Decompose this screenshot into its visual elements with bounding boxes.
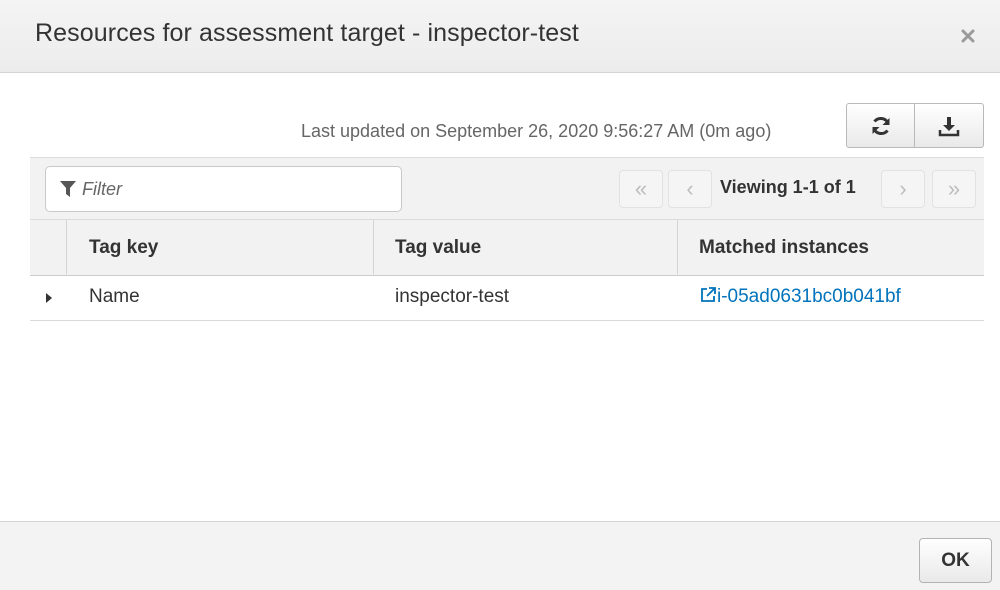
column-divider	[373, 220, 374, 276]
ok-button[interactable]: OK	[919, 538, 992, 583]
resources-modal: Resources for assessment target - inspec…	[0, 0, 1000, 590]
close-icon	[961, 29, 975, 43]
refresh-icon	[872, 116, 889, 135]
close-button[interactable]	[954, 22, 982, 50]
refresh-button[interactable]	[846, 103, 915, 148]
filter-box	[45, 166, 402, 212]
column-header-matched-instances[interactable]: Matched instances	[699, 220, 869, 275]
matched-instance-cell: i-05ad0631bc0b041bf	[699, 276, 901, 320]
last-page-button[interactable]: »	[932, 170, 976, 208]
previous-page-button[interactable]: ‹	[668, 170, 712, 208]
filter-input[interactable]	[82, 167, 392, 211]
modal-header: Resources for assessment target - inspec…	[0, 0, 1000, 73]
filter-icon	[60, 181, 76, 197]
toolbar-button-group	[846, 103, 984, 148]
first-page-button[interactable]: «	[619, 170, 663, 208]
instance-link[interactable]: i-05ad0631bc0b041bf	[699, 286, 901, 307]
table-row: Name inspector-test i-05ad0631bc0b041bf	[30, 276, 984, 321]
column-divider	[677, 220, 678, 276]
table-toolbar: « ‹ Viewing 1-1 of 1 › »	[30, 157, 984, 219]
tag-key-cell: Name	[89, 286, 140, 307]
expand-caret-icon[interactable]	[45, 292, 53, 304]
external-link-icon	[701, 287, 716, 302]
pagination-status: Viewing 1-1 of 1	[720, 177, 856, 197]
download-button[interactable]	[915, 103, 984, 148]
table-header-row: Tag key Tag value Matched instances	[30, 219, 984, 276]
last-updated-text: Last updated on September 26, 2020 9:56:…	[301, 121, 772, 141]
tag-value-cell: inspector-test	[395, 286, 510, 307]
column-header-tag-value[interactable]: Tag value	[395, 220, 481, 275]
column-header-tag-key[interactable]: Tag key	[89, 220, 158, 275]
modal-footer: OK	[0, 521, 1000, 590]
download-icon	[938, 116, 960, 136]
modal-title: Resources for assessment target - inspec…	[35, 19, 579, 47]
next-page-button[interactable]: ›	[881, 170, 925, 208]
instance-id: i-05ad0631bc0b041bf	[717, 286, 901, 307]
column-divider	[66, 220, 67, 276]
